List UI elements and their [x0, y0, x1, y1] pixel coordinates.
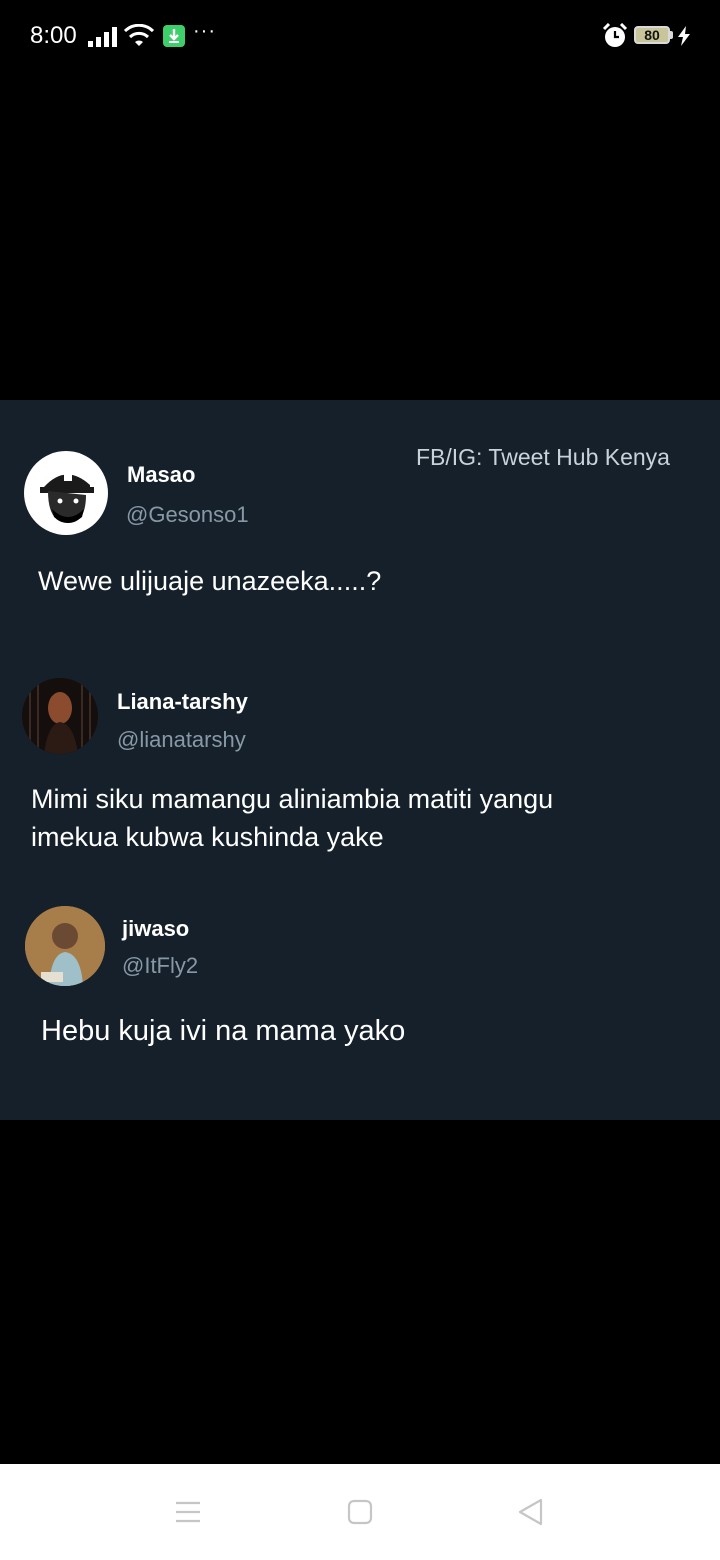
status-time: 8:00	[30, 22, 77, 49]
watermark: FB/IG: Tweet Hub Kenya	[416, 444, 670, 470]
back-icon[interactable]	[511, 1492, 551, 1532]
download-icon	[163, 25, 185, 47]
signal-icon	[88, 27, 117, 47]
avatar-masao[interactable]	[24, 451, 108, 535]
avatar-liana-tarshy[interactable]	[22, 678, 98, 754]
battery-tip	[670, 31, 673, 39]
status-bar: 8:00 ··· 80	[0, 0, 720, 72]
navigation-bar	[0, 1464, 720, 1560]
tweet-text-line: imekua kubwa kushinda yake	[31, 822, 384, 852]
menu-icon[interactable]	[168, 1492, 208, 1532]
wifi-icon	[124, 24, 154, 46]
home-icon[interactable]	[340, 1492, 380, 1532]
tweet-text: Hebu kuja ivi na mama yako	[41, 1015, 406, 1047]
avatar-jiwaso[interactable]	[25, 906, 105, 986]
tweet-author-name[interactable]: Liana-tarshy	[117, 689, 248, 715]
tweet-text: Wewe ulijuaje unazeeka.....?	[38, 566, 382, 596]
charging-icon	[678, 26, 690, 46]
tweet-author-handle[interactable]: @lianatarshy	[117, 727, 246, 753]
tweet-author-handle[interactable]: @ItFly2	[122, 953, 198, 979]
battery-icon: 80	[634, 26, 670, 44]
battery-level: 80	[644, 27, 660, 43]
more-icon: ···	[193, 20, 216, 42]
profile-photo-icon	[25, 906, 105, 986]
tweet-author-name[interactable]: Masao	[127, 462, 195, 488]
tweet-author-handle[interactable]: @Gesonso1	[126, 502, 249, 528]
alarm-icon	[602, 23, 628, 47]
tweet-text-line: Mimi siku mamangu aliniambia matiti yang…	[31, 784, 554, 814]
profile-photo-icon	[22, 678, 98, 754]
tweet-text: Mimi siku mamangu aliniambia matiti yang…	[31, 780, 553, 856]
cartoon-face-icon	[40, 473, 94, 523]
tweet-author-name[interactable]: jiwaso	[122, 916, 189, 942]
